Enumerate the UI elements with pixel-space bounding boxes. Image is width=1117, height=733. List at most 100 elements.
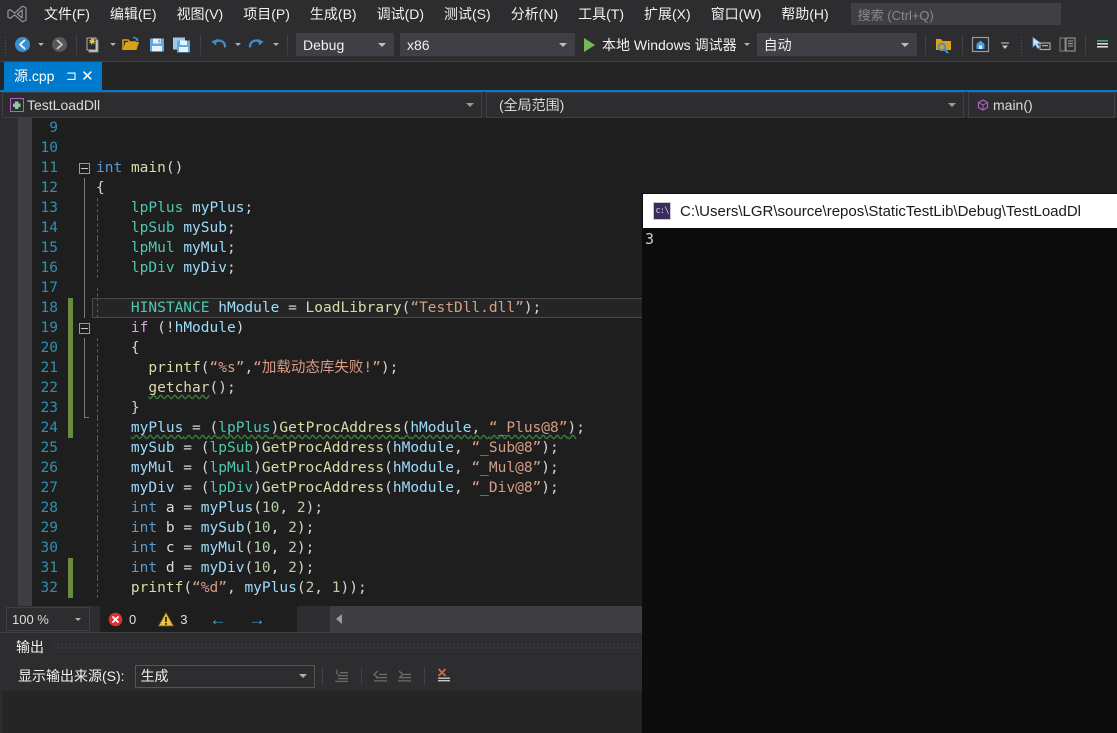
solution-configuration-combo[interactable]: Debug (296, 33, 394, 56)
new-project-icon[interactable] (82, 28, 106, 62)
previous-issue-button[interactable]: ← (209, 611, 226, 628)
menu-file[interactable]: 文件(F) (34, 0, 100, 28)
search-folder-icon[interactable] (931, 28, 957, 62)
zoom-level-combo[interactable]: 100 % (6, 607, 90, 631)
next-issue-button[interactable]: → (248, 611, 265, 628)
select-element-icon[interactable] (1027, 28, 1055, 62)
debug-target-combo[interactable]: 自动 (757, 33, 917, 56)
fold-margin (76, 178, 92, 198)
output-source-combo[interactable]: 生成 (135, 665, 315, 688)
save-all-icon[interactable] (169, 28, 195, 62)
line-number: 14 (32, 218, 68, 238)
navigate-forward-icon[interactable] (47, 28, 71, 62)
close-tab-icon[interactable]: ✕ (79, 67, 95, 85)
redo-dropdown-icon[interactable] (269, 28, 282, 62)
console-title-bar[interactable]: c:\ C:\Users\LGR\source\repos\StaticTest… (643, 194, 1117, 228)
open-file-icon[interactable] (119, 28, 145, 62)
menu-extensions[interactable]: 扩展(X) (634, 0, 701, 28)
code-token: ; (227, 240, 236, 256)
code-token: ( (384, 460, 393, 476)
console-window[interactable]: c:\ C:\Users\LGR\source\repos\StaticTest… (643, 194, 1117, 733)
menu-test[interactable]: 测试(S) (434, 0, 501, 28)
code-line[interactable]: 9 (32, 118, 1117, 138)
code-token: “%d” (192, 580, 227, 596)
change-indicator (68, 538, 73, 558)
error-badge[interactable]: 0 (108, 612, 136, 627)
solution-platform-combo[interactable]: x86 (400, 33, 575, 56)
warning-badge[interactable]: 3 (158, 612, 187, 627)
properties-window-icon[interactable] (1055, 28, 1080, 62)
code-token: “TestDll.dll” (410, 300, 524, 316)
collapse-region-icon[interactable] (76, 158, 92, 178)
navigate-backward-icon[interactable] (10, 28, 34, 62)
scroll-left-icon[interactable] (330, 606, 347, 632)
pin-tab-icon[interactable]: ⊐ (63, 67, 79, 85)
code-token (96, 240, 131, 256)
code-token: “加载动态库失败!” (253, 360, 381, 376)
code-token: , (471, 420, 488, 436)
save-icon[interactable] (145, 28, 169, 62)
code-token (183, 200, 192, 216)
redo-icon[interactable] (244, 28, 269, 62)
play-icon (584, 38, 595, 52)
code-token: ( (402, 300, 411, 316)
editor-horizontal-scrollbar[interactable] (330, 606, 643, 632)
code-line[interactable]: 10 (32, 138, 1117, 158)
menu-help[interactable]: 帮助(H) (771, 0, 838, 28)
menu-view[interactable]: 视图(V) (167, 0, 234, 28)
collapse-region-icon[interactable] (76, 318, 92, 338)
code-token: getchar (148, 380, 209, 396)
line-number: 23 (32, 398, 68, 418)
standard-toolbar: Debug x86 本地 Windows 调试器 自动 (0, 28, 1117, 62)
go-to-next-message-icon[interactable] (393, 664, 417, 688)
menu-window[interactable]: 窗口(W) (701, 0, 772, 28)
console-output-area[interactable]: 3 (643, 228, 1117, 733)
code-token: int (131, 540, 157, 556)
code-token (157, 560, 166, 576)
scope-selector-combo[interactable]: (全局范围) (486, 92, 964, 118)
code-token: = (175, 440, 201, 456)
member-selector-combo[interactable]: main() (968, 92, 1115, 118)
more-toolbar-icon[interactable] (1091, 28, 1115, 62)
tab-source-cpp[interactable]: 源.cpp ⊐ ✕ (4, 62, 102, 90)
menu-debug[interactable]: 调试(D) (367, 0, 434, 28)
code-line[interactable]: 11int main() (32, 158, 1117, 178)
menu-edit[interactable]: 编辑(E) (100, 0, 167, 28)
change-indicator (68, 478, 73, 498)
project-selector-combo[interactable]: TestLoadDll (2, 92, 482, 118)
undo-icon[interactable] (206, 28, 231, 62)
menu-analyze[interactable]: 分析(N) (501, 0, 568, 28)
line-number: 21 (32, 358, 68, 378)
clear-all-icon[interactable] (432, 664, 456, 688)
code-token: lpPlus (131, 200, 183, 216)
code-token (96, 380, 148, 396)
start-debug-button[interactable]: 本地 Windows 调试器 (578, 28, 741, 62)
code-token: GetProcAddress (279, 420, 401, 436)
fold-margin (76, 538, 92, 558)
code-token: main (131, 160, 166, 176)
line-number: 31 (32, 558, 68, 578)
go-to-previous-message-icon[interactable] (369, 664, 393, 688)
find-message-in-code-icon[interactable] (330, 664, 354, 688)
code-token: = (279, 300, 305, 316)
start-debug-dropdown-icon[interactable] (741, 28, 754, 62)
quick-launch-search[interactable]: 搜索 (Ctrl+Q) (851, 3, 1061, 25)
solution-explorer-dropdown-icon[interactable] (993, 28, 1017, 62)
new-project-dropdown-icon[interactable] (106, 28, 119, 62)
toolbar-grip[interactable] (0, 28, 10, 62)
navigate-backward-dropdown-icon[interactable] (34, 28, 47, 62)
solution-explorer-icon[interactable] (968, 28, 993, 62)
toolbar-separator-2 (200, 35, 201, 55)
code-token (157, 520, 166, 536)
code-token: , (271, 560, 288, 576)
menu-build[interactable]: 生成(B) (300, 0, 367, 28)
code-token: myMul (201, 540, 245, 556)
code-token: d (166, 560, 175, 576)
code-token: 2 (288, 560, 297, 576)
debug-target-value: 自动 (764, 35, 894, 55)
toolbar-grip-2[interactable] (1017, 28, 1027, 62)
menu-project[interactable]: 项目(P) (233, 0, 300, 28)
menu-tools[interactable]: 工具(T) (568, 0, 634, 28)
undo-dropdown-icon[interactable] (231, 28, 244, 62)
warning-count: 3 (180, 612, 187, 627)
